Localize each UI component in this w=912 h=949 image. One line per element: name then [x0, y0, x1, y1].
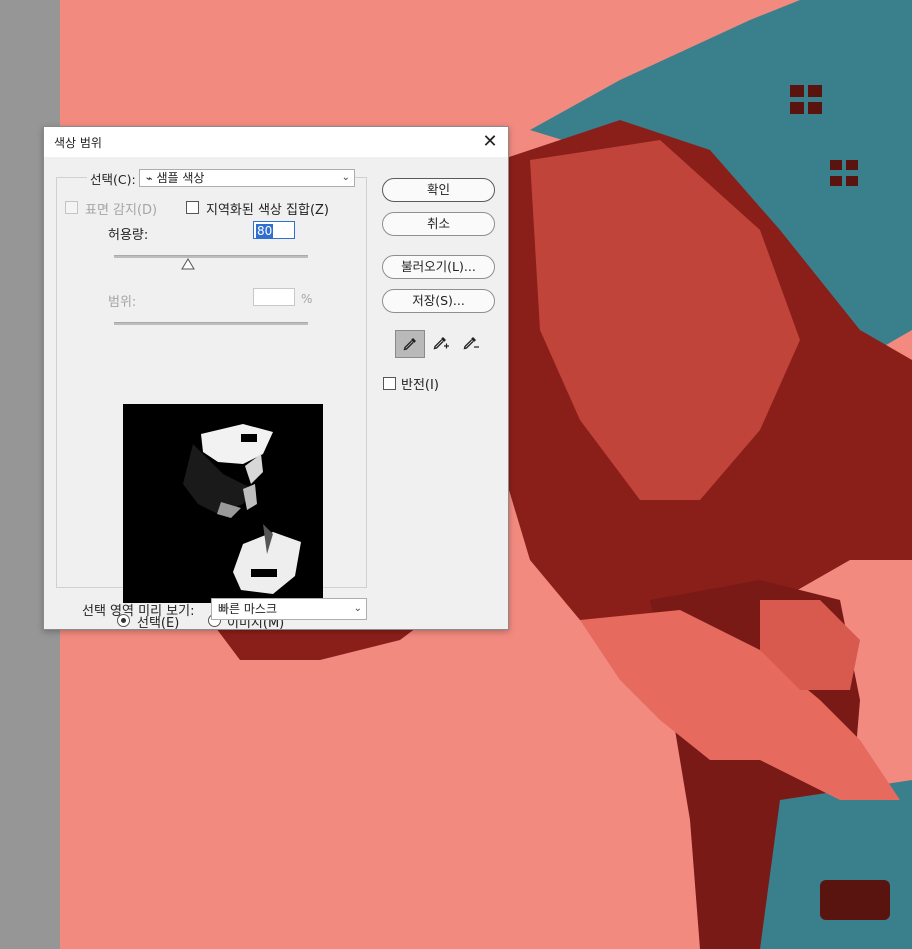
invert-checkbox[interactable]	[383, 377, 396, 390]
fuzziness-slider-thumb[interactable]	[180, 258, 195, 270]
eyedropper-small-icon: ⌁	[146, 172, 153, 185]
preview-mask	[183, 424, 301, 594]
fuzziness-slider-track[interactable]	[114, 255, 308, 258]
range-label: 범위:	[108, 295, 137, 310]
eyedropper-minus-icon	[463, 337, 479, 350]
preview-mode-label: 선택 영역 미리 보기:	[82, 604, 195, 619]
range-input[interactable]	[253, 288, 295, 306]
save-button[interactable]: 저장(S)...	[382, 289, 495, 313]
chevron-down-icon: ⌄	[341, 172, 350, 183]
range-unit: %	[301, 292, 313, 306]
options-group: 선택(C): ⌁ 샘플 색상 ⌄ 표면 감지(D) 지역화된 색상 집합(Z) …	[56, 169, 367, 631]
color-range-dialog: 색상 범위 ✕ 선택(C): ⌁ 샘플 색상 ⌄ 표면 감지(D) 지역화된 색…	[43, 126, 509, 631]
cancel-button[interactable]: 취소	[382, 212, 495, 236]
preview-mode-dropdown[interactable]: 빠른 마스크 ⌄	[211, 598, 367, 620]
chevron-down-icon: ⌄	[353, 603, 362, 614]
eyedropper-plus-tool[interactable]	[426, 330, 454, 356]
ok-button[interactable]: 확인	[382, 178, 495, 202]
range-slider-track[interactable]	[114, 322, 308, 325]
invert-label: 반전(I)	[401, 378, 439, 393]
localized-clusters-checkbox[interactable]	[186, 201, 199, 214]
load-button[interactable]: 불러오기(L)...	[382, 255, 495, 279]
dialog-titlebar: 색상 범위 ✕	[44, 127, 508, 157]
detect-faces-label: 표면 감지(D)	[85, 203, 158, 218]
localized-clusters-label: 지역화된 색상 집합(Z)	[206, 203, 329, 218]
eyedropper-plus-icon	[433, 337, 449, 350]
fuzziness-label: 허용량:	[108, 228, 149, 243]
detect-faces-checkbox[interactable]	[65, 201, 78, 214]
fuzziness-input[interactable]: 80	[253, 221, 295, 239]
eyedropper-tool[interactable]	[395, 330, 425, 358]
eyedropper-minus-tool[interactable]	[456, 330, 484, 356]
close-icon[interactable]: ✕	[478, 130, 502, 154]
dialog-title: 색상 범위	[54, 136, 102, 150]
preview-mode-value: 빠른 마스크	[218, 602, 278, 616]
eyedropper-icon	[403, 338, 416, 351]
selection-preview[interactable]	[123, 404, 323, 603]
select-value: 샘플 색상	[156, 171, 205, 185]
select-dropdown[interactable]: ⌁ 샘플 색상 ⌄	[139, 169, 355, 187]
select-label: 선택(C):	[87, 169, 139, 188]
